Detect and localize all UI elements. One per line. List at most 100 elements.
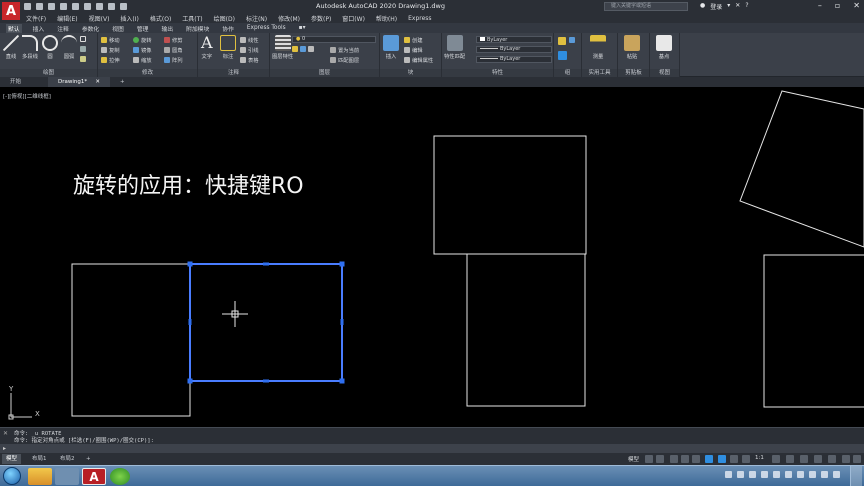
grip-top-right[interactable] xyxy=(339,261,345,267)
add-layout-icon[interactable]: + xyxy=(82,454,95,464)
viewport-controls[interactable]: [-][俯视][二维线框] xyxy=(3,92,51,100)
menu-item[interactable]: 格式(O) xyxy=(150,14,171,23)
close-icon[interactable]: ✕ xyxy=(853,1,860,10)
text-tool[interactable]: A 文字 xyxy=(201,34,213,61)
block-panel-title[interactable]: 块 xyxy=(380,69,441,77)
ribbon-tab[interactable]: 默认 xyxy=(6,23,22,33)
autocad-taskbar-icon[interactable]: A xyxy=(82,468,106,485)
stretch-tool[interactable]: 拉伸 xyxy=(101,56,120,64)
modify-panel-title[interactable]: 修改 xyxy=(98,69,197,77)
ribbon-tab[interactable]: 注释 xyxy=(55,24,71,33)
copy-tool[interactable]: 复制 xyxy=(101,46,120,54)
maximize-icon[interactable]: ▫ xyxy=(835,1,840,10)
customization-menu-icon[interactable] xyxy=(853,455,861,463)
layers-panel-title[interactable]: 图层 xyxy=(270,69,379,77)
tray-battery-icon[interactable] xyxy=(749,471,756,478)
tab-model[interactable]: 模型 xyxy=(2,454,22,464)
ribbon-tab[interactable]: 协作 xyxy=(220,24,236,33)
search-input[interactable]: 键入关键字或短语 xyxy=(604,2,688,11)
menu-item[interactable]: 窗口(W) xyxy=(342,14,365,23)
start-button[interactable] xyxy=(3,467,21,485)
tray-app2-icon[interactable] xyxy=(809,471,816,478)
ungroup-tool[interactable] xyxy=(569,37,575,43)
menu-item[interactable]: 文件(F) xyxy=(26,14,46,23)
isolate-objects-icon[interactable] xyxy=(828,455,836,463)
mirror-tool[interactable]: 镜像 xyxy=(133,46,152,54)
system-tray[interactable] xyxy=(725,471,840,478)
selected-rectangle[interactable] xyxy=(189,263,343,382)
arc-tool[interactable]: 圆弧 xyxy=(61,35,77,60)
ribbon-tab[interactable]: 附加模块 xyxy=(184,24,211,33)
share-icon[interactable] xyxy=(120,3,127,10)
workspace-gear-icon[interactable] xyxy=(772,455,780,463)
lineweight-dropdown[interactable]: ByLayer xyxy=(476,56,552,63)
tab-layout1[interactable]: 布局1 xyxy=(28,454,51,464)
tray-app3-icon[interactable] xyxy=(821,471,828,478)
tray-flag-icon[interactable] xyxy=(761,471,768,478)
grip-bottom-left[interactable] xyxy=(187,378,193,384)
save-as-icon[interactable] xyxy=(60,3,67,10)
grip-bottom-right[interactable] xyxy=(339,378,345,384)
move-tool[interactable]: 移动 xyxy=(101,36,120,44)
ribbon-tab[interactable]: 管理 xyxy=(135,24,151,33)
group-edit-tool[interactable] xyxy=(558,51,567,60)
ribbon-tab[interactable]: 输出 xyxy=(159,24,175,33)
user-icon[interactable]: ● xyxy=(700,2,705,11)
quick-properties-icon[interactable] xyxy=(814,455,822,463)
menu-item[interactable]: 视图(V) xyxy=(89,14,110,23)
polar-icon[interactable] xyxy=(681,455,689,463)
polyline-tool[interactable]: 多段线 xyxy=(22,35,38,60)
rectangle-right-partial[interactable] xyxy=(763,254,864,408)
view-panel-title[interactable]: 视图 xyxy=(650,69,679,77)
linear-tool[interactable]: 线性 xyxy=(240,36,259,44)
create-block-tool[interactable]: 创建 xyxy=(404,36,423,44)
menu-item[interactable]: 工具(T) xyxy=(182,14,202,23)
quick-access-toolbar[interactable] xyxy=(24,3,127,10)
group-tool[interactable] xyxy=(558,37,566,45)
tray-network-icon[interactable] xyxy=(725,471,732,478)
tab-drawing1[interactable]: Drawing1* ✕ xyxy=(48,77,110,87)
menu-item[interactable]: 修改(M) xyxy=(278,14,300,23)
annotation-scale[interactable]: 1:1 xyxy=(755,455,764,461)
scale-tool[interactable]: 缩放 xyxy=(133,56,152,64)
edit-attributes-tool[interactable]: 编辑属性 xyxy=(404,56,433,64)
redo-icon[interactable] xyxy=(108,3,115,10)
match-layer-tool[interactable]: 匹配图层 xyxy=(330,56,359,64)
spline-tool[interactable] xyxy=(80,56,86,62)
match-properties-tool[interactable]: 特性匹配 xyxy=(444,35,465,60)
lineweight-toggle-icon[interactable] xyxy=(730,455,738,463)
grip-mid-top[interactable] xyxy=(263,262,269,266)
exchange-icon[interactable]: ✕ xyxy=(735,2,740,11)
cart-icon[interactable]: ▾ xyxy=(727,2,730,11)
menu-item[interactable]: 绘图(D) xyxy=(214,14,235,23)
rectangle-left[interactable] xyxy=(71,263,191,417)
app-logo[interactable]: A xyxy=(2,2,20,20)
rotate-tool[interactable]: 旋转 xyxy=(133,36,152,44)
new-tab-icon[interactable]: + xyxy=(110,77,135,87)
rectangle-middle-bottom[interactable] xyxy=(466,253,586,407)
draw-panel-title[interactable]: 绘图 xyxy=(0,69,97,77)
ortho-icon[interactable] xyxy=(670,455,678,463)
ribbon-tab[interactable]: Express Tools xyxy=(245,25,288,31)
model-space-label[interactable]: 模型 xyxy=(628,455,639,463)
tab-start[interactable]: 开始 xyxy=(0,77,48,87)
menu-item[interactable]: 编辑(E) xyxy=(57,14,77,23)
media-taskbar-icon[interactable] xyxy=(55,468,79,485)
layer-dropdown[interactable]: ● 0 xyxy=(292,36,376,43)
help-icon[interactable]: ? xyxy=(745,2,748,11)
rectangle-rotated[interactable] xyxy=(739,90,864,248)
linetype-dropdown[interactable]: ByLayer xyxy=(476,46,552,53)
drawing-svg[interactable]: Y X xyxy=(0,87,864,427)
menu-item[interactable]: 参数(P) xyxy=(311,14,331,23)
annotation-panel-title[interactable]: 注释 xyxy=(198,69,269,77)
rectangle-tool[interactable] xyxy=(80,36,86,42)
new-file-icon[interactable] xyxy=(24,3,31,10)
table-tool[interactable]: 表格 xyxy=(240,56,259,64)
minimize-icon[interactable]: – xyxy=(818,1,822,10)
annotation-monitor-icon[interactable] xyxy=(786,455,794,463)
ribbon-tab[interactable]: 插入 xyxy=(31,24,47,33)
layer-tools-row[interactable] xyxy=(292,46,314,52)
layer-properties-tool[interactable]: 图层特性 xyxy=(272,35,293,60)
print-icon[interactable] xyxy=(84,3,91,10)
tray-volume-icon[interactable] xyxy=(737,471,744,478)
